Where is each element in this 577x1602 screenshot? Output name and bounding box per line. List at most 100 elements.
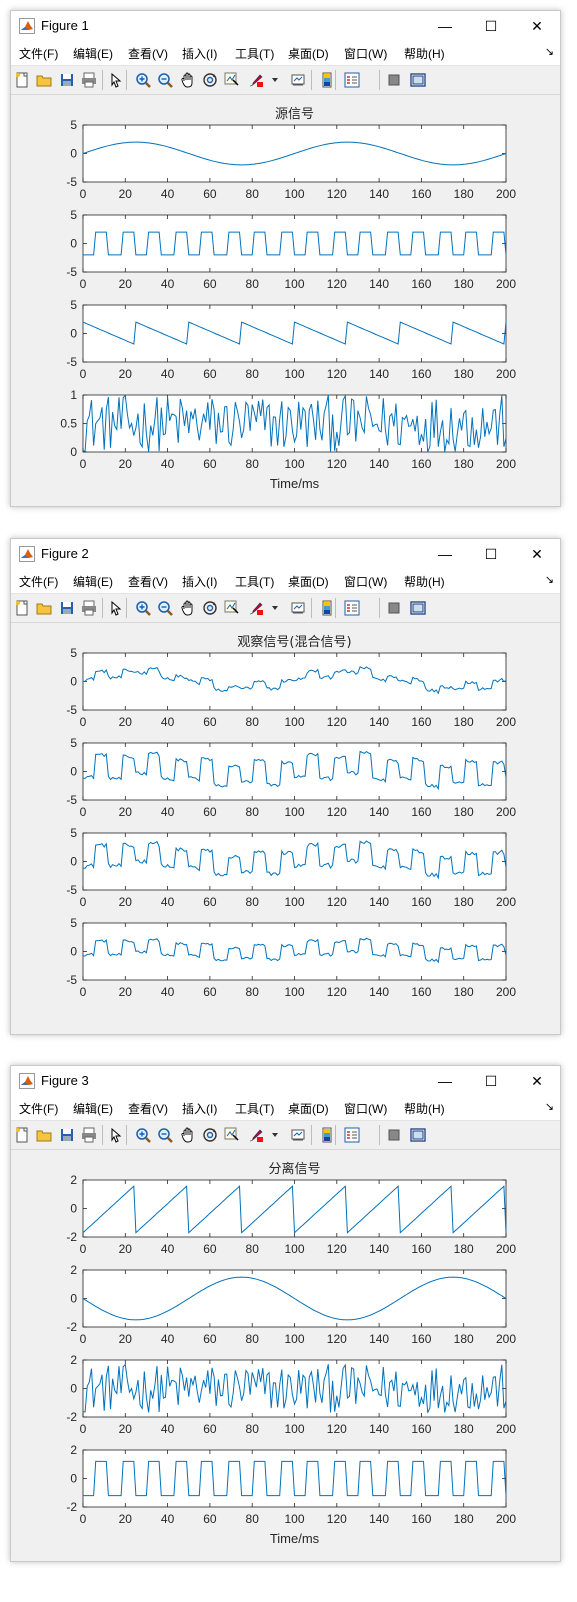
menu-item-4[interactable]: 工具(T)	[235, 1100, 274, 1117]
insert-colorbar-icon[interactable]	[319, 1127, 335, 1143]
pan-hand-icon[interactable]	[180, 72, 196, 88]
minimize-button[interactable]: —	[422, 1066, 468, 1096]
menu-item-5[interactable]: 桌面(D)	[288, 1100, 329, 1117]
hide-plot-tools-icon[interactable]	[386, 600, 402, 616]
menu-item-4[interactable]: 工具(T)	[235, 573, 274, 590]
menu-overflow-arrow-icon[interactable]: ↘	[545, 1100, 554, 1113]
print-icon[interactable]	[81, 1127, 97, 1143]
maximize-button[interactable]: ☐	[468, 11, 514, 41]
rotate-3d-icon[interactable]	[202, 600, 218, 616]
new-figure-icon[interactable]	[14, 1127, 30, 1143]
zoom-in-icon[interactable]	[135, 600, 151, 616]
maximize-button[interactable]: ☐	[468, 539, 514, 569]
rotate-3d-icon[interactable]	[202, 72, 218, 88]
new-figure-icon[interactable]	[14, 600, 30, 616]
show-plot-tools-icon[interactable]	[410, 72, 426, 88]
print-icon[interactable]	[81, 72, 97, 88]
link-plot-icon[interactable]	[290, 72, 306, 88]
menu-item-0[interactable]: 文件(F)	[19, 1100, 58, 1117]
menu-item-2[interactable]: 查看(V)	[128, 573, 168, 590]
zoom-in-icon[interactable]	[135, 72, 151, 88]
close-button[interactable]: ✕	[514, 11, 560, 41]
brush-dropdown-icon[interactable]	[269, 600, 279, 616]
minimize-button[interactable]: —	[422, 539, 468, 569]
x-tick-label: 140	[369, 895, 389, 909]
edit-plot-arrow-icon[interactable]	[108, 72, 124, 88]
menu-item-3[interactable]: 插入(I)	[182, 573, 217, 590]
data-cursor-icon[interactable]	[224, 72, 240, 88]
print-icon[interactable]	[81, 600, 97, 616]
menu-item-3[interactable]: 插入(I)	[182, 45, 217, 62]
x-tick-label: 140	[369, 985, 389, 999]
x-tick-label: 180	[454, 367, 474, 381]
show-plot-tools-icon[interactable]	[410, 600, 426, 616]
menu-item-5[interactable]: 桌面(D)	[288, 573, 329, 590]
brush-icon[interactable]	[248, 72, 264, 88]
menu-overflow-arrow-icon[interactable]: ↘	[545, 45, 554, 58]
brush-icon[interactable]	[248, 600, 264, 616]
link-plot-icon[interactable]	[290, 1127, 306, 1143]
zoom-out-icon[interactable]	[157, 72, 173, 88]
zoom-out-icon[interactable]	[157, 1127, 173, 1143]
open-file-icon[interactable]	[36, 72, 52, 88]
y-tick-label: 5	[70, 208, 77, 222]
edit-plot-arrow-icon[interactable]	[108, 1127, 124, 1143]
menu-item-1[interactable]: 编辑(E)	[73, 573, 113, 590]
menu-item-7[interactable]: 帮助(H)	[404, 45, 445, 62]
save-icon[interactable]	[59, 600, 75, 616]
brush-dropdown-icon[interactable]	[269, 72, 279, 88]
menu-item-1[interactable]: 编辑(E)	[73, 45, 113, 62]
menu-item-2[interactable]: 查看(V)	[128, 45, 168, 62]
x-tick-label: 60	[203, 985, 217, 999]
insert-legend-icon[interactable]	[344, 1127, 360, 1143]
close-button[interactable]: ✕	[514, 539, 560, 569]
save-icon[interactable]	[59, 72, 75, 88]
hide-plot-tools-icon[interactable]	[386, 72, 402, 88]
save-icon[interactable]	[59, 1127, 75, 1143]
menu-overflow-arrow-icon[interactable]: ↘	[545, 573, 554, 586]
minimize-button[interactable]: —	[422, 11, 468, 41]
maximize-button[interactable]: ☐	[468, 1066, 514, 1096]
open-file-icon[interactable]	[36, 1127, 52, 1143]
zoom-in-icon[interactable]	[135, 1127, 151, 1143]
menu-item-3[interactable]: 插入(I)	[182, 1100, 217, 1117]
edit-plot-arrow-icon[interactable]	[108, 600, 124, 616]
menu-item-6[interactable]: 窗口(W)	[344, 1100, 387, 1117]
rotate-3d-icon[interactable]	[202, 1127, 218, 1143]
menu-item-6[interactable]: 窗口(W)	[344, 45, 387, 62]
show-plot-tools-icon[interactable]	[410, 1127, 426, 1143]
x-tick-label: 20	[119, 277, 133, 291]
insert-colorbar-icon[interactable]	[319, 600, 335, 616]
menu-item-4[interactable]: 工具(T)	[235, 45, 274, 62]
link-plot-icon[interactable]	[290, 600, 306, 616]
y-tick-label: 0	[70, 765, 77, 779]
title-bar[interactable]: Figure 3 — ☐ ✕	[11, 1066, 560, 1096]
menu-item-7[interactable]: 帮助(H)	[404, 573, 445, 590]
brush-dropdown-icon[interactable]	[269, 1127, 279, 1143]
hide-plot-tools-icon[interactable]	[386, 1127, 402, 1143]
menu-item-5[interactable]: 桌面(D)	[288, 45, 329, 62]
menu-item-0[interactable]: 文件(F)	[19, 45, 58, 62]
insert-legend-icon[interactable]	[344, 600, 360, 616]
new-figure-icon[interactable]	[14, 72, 30, 88]
title-bar[interactable]: Figure 2 — ☐ ✕	[11, 539, 560, 569]
data-cursor-icon[interactable]	[224, 600, 240, 616]
zoom-out-icon[interactable]	[157, 600, 173, 616]
menu-item-6[interactable]: 窗口(W)	[344, 573, 387, 590]
menu-item-7[interactable]: 帮助(H)	[404, 1100, 445, 1117]
menu-item-2[interactable]: 查看(V)	[128, 1100, 168, 1117]
menu-item-0[interactable]: 文件(F)	[19, 573, 58, 590]
pan-hand-icon[interactable]	[180, 600, 196, 616]
open-file-icon[interactable]	[36, 600, 52, 616]
x-tick-label: 180	[454, 895, 474, 909]
x-tick-label: 160	[411, 457, 431, 471]
title-bar[interactable]: Figure 1 — ☐ ✕	[11, 11, 560, 41]
x-tick-label: 140	[369, 1512, 389, 1526]
insert-legend-icon[interactable]	[344, 72, 360, 88]
menu-item-1[interactable]: 编辑(E)	[73, 1100, 113, 1117]
pan-hand-icon[interactable]	[180, 1127, 196, 1143]
brush-icon[interactable]	[248, 1127, 264, 1143]
close-button[interactable]: ✕	[514, 1066, 560, 1096]
insert-colorbar-icon[interactable]	[319, 72, 335, 88]
data-cursor-icon[interactable]	[224, 1127, 240, 1143]
